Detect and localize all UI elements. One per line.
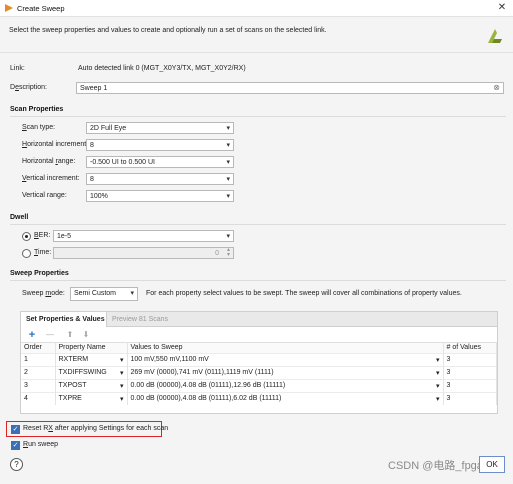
column-header[interactable]: Property Name xyxy=(55,343,128,353)
ber-label: BER: xyxy=(34,232,51,239)
help-icon[interactable]: ? xyxy=(10,458,23,471)
chevron-down-icon: ▾ xyxy=(226,193,230,200)
vertical-range-label: Vertical range: xyxy=(22,192,67,199)
table-row[interactable]: 4 TXPRE ▾ 0.00 dB (00000),4.08 dB (01111)… xyxy=(21,391,497,405)
remove-icon[interactable]: — xyxy=(43,328,57,342)
watermark: CSDN @电路_fpga xyxy=(388,460,483,472)
app-logo-icon xyxy=(5,4,13,12)
chevron-down-icon: ▾ xyxy=(226,125,230,132)
scan-type-select[interactable]: 2D Full Eye ▾ xyxy=(86,122,234,134)
table-row[interactable]: 1 RXTERM ▾ 100 mV,550 mV,1100 mV ▾ 3 xyxy=(21,352,497,366)
description-input[interactable]: Sweep 1 ⊗ xyxy=(76,82,504,94)
move-up-icon[interactable]: ⬆ xyxy=(63,328,77,342)
chevron-down-icon: ▾ xyxy=(435,382,440,390)
ok-button[interactable]: OK xyxy=(479,456,505,473)
count-cell: 3 xyxy=(443,378,497,392)
count-cell: 3 xyxy=(443,352,497,366)
order-cell: 3 xyxy=(21,378,56,392)
column-header[interactable]: Order xyxy=(21,343,56,353)
run-sweep-label: Run sweep xyxy=(23,441,59,448)
column-header[interactable]: # of Values xyxy=(443,343,497,353)
values-cell[interactable]: 0.00 dB (00000),4.08 dB (01111),6.02 dB … xyxy=(127,391,444,405)
dialog-header: Select the sweep properties and values t… xyxy=(0,17,513,53)
property-name-cell[interactable]: TXPRE ▾ xyxy=(55,391,128,405)
scan-properties-title: Scan Properties xyxy=(10,106,64,113)
chevron-down-icon: ▾ xyxy=(119,395,124,403)
chevron-down-icon: ▾ xyxy=(119,382,124,390)
reset-rx-label: Reset RX after applying Settings for eac… xyxy=(23,425,169,432)
chevron-down-icon: ▾ xyxy=(435,356,440,364)
scan-type-label: Scan type: xyxy=(22,124,56,131)
vertical-range-select[interactable]: 100% ▾ xyxy=(86,190,234,202)
order-cell: 1 xyxy=(21,352,56,366)
tab-set-properties[interactable]: Set Properties & Values xyxy=(21,312,107,327)
chevron-down-icon: ▾ xyxy=(130,290,134,297)
chevron-down-icon: ▾ xyxy=(119,356,124,364)
values-cell[interactable]: 0.00 dB (00000),4.08 dB (01111),12.96 dB… xyxy=(127,378,444,392)
ber-select[interactable]: 1e-5 ▾ xyxy=(53,230,234,242)
property-name-cell[interactable]: TXPOST ▾ xyxy=(55,378,128,392)
reset-rx-checkbox[interactable]: ✓ xyxy=(11,425,20,434)
sweep-mode-label: Sweep mode: xyxy=(22,290,65,297)
window-title: Create Sweep xyxy=(17,4,65,13)
time-radio[interactable] xyxy=(22,249,31,258)
order-cell: 4 xyxy=(21,391,56,405)
link-label: Link: xyxy=(10,65,25,72)
table-row[interactable]: 3 TXPOST ▾ 0.00 dB (00000),4.08 dB (01111… xyxy=(21,378,497,392)
sweep-properties-title: Sweep Properties xyxy=(10,270,69,277)
horizontal-range-label: Horizontal range: xyxy=(22,158,76,165)
link-value: Auto detected link 0 (MGT_X0Y3/TX, MGT_X… xyxy=(78,65,246,72)
order-cell: 2 xyxy=(21,365,56,379)
table-toolbar: + — ⬆ ⬇ xyxy=(21,327,497,343)
table-row[interactable]: 2 TXDIFFSWING ▾ 269 mV (0000),741 mV (011… xyxy=(21,365,497,379)
chevron-down-icon: ▾ xyxy=(226,142,230,149)
vertical-increment-select[interactable]: 8 ▾ xyxy=(86,173,234,185)
horizontal-range-select[interactable]: -0.500 UI to 0.500 UI ▾ xyxy=(86,156,234,168)
chevron-down-icon: ▾ xyxy=(226,159,230,166)
sweep-mode-hint: For each property select values to be sw… xyxy=(146,290,462,297)
description-label: Description: xyxy=(10,84,47,91)
time-spinner[interactable]: 0 ▴ ▾ xyxy=(53,247,234,259)
divider xyxy=(10,280,506,281)
tab-bar: Set Properties & Values Preview 81 Scans xyxy=(21,312,497,327)
count-cell: 3 xyxy=(443,391,497,405)
divider xyxy=(10,224,506,225)
sweep-table: Order Property Name Values to Sweep # of… xyxy=(21,343,497,405)
chevron-down-icon: ▾ xyxy=(435,369,440,377)
add-icon[interactable]: + xyxy=(25,328,39,342)
title-bar: Create Sweep ✕ xyxy=(0,0,513,17)
dialog-body xyxy=(0,53,513,484)
column-header[interactable]: Values to Sweep xyxy=(127,343,444,353)
clear-icon[interactable]: ⊗ xyxy=(493,83,500,92)
horizontal-increment-select[interactable]: 8 ▾ xyxy=(86,139,234,151)
dialog-description: Select the sweep properties and values t… xyxy=(9,27,327,34)
vertical-increment-label: Vertical increment: xyxy=(22,175,80,182)
run-sweep-checkbox[interactable]: ✓ xyxy=(11,441,20,450)
values-cell[interactable]: 100 mV,550 mV,1100 mV ▾ xyxy=(127,352,444,366)
chevron-down-icon: ▾ xyxy=(435,395,440,403)
tab-preview-scans[interactable]: Preview 81 Scans xyxy=(107,312,173,327)
chevron-down-icon: ▾ xyxy=(119,369,124,377)
property-name-cell[interactable]: RXTERM ▾ xyxy=(55,352,128,366)
move-down-icon[interactable]: ⬇ xyxy=(79,328,93,342)
count-cell: 3 xyxy=(443,365,497,379)
horizontal-increment-label: Horizontal increment: xyxy=(22,141,89,148)
chevron-down-icon: ▾ xyxy=(226,233,230,240)
description-value: Sweep 1 xyxy=(80,85,108,92)
divider xyxy=(10,116,506,117)
time-label: Time: xyxy=(34,249,52,256)
ber-radio[interactable] xyxy=(22,232,31,241)
sweep-table-panel: Set Properties & Values Preview 81 Scans… xyxy=(20,311,498,414)
table-header-row: Order Property Name Values to Sweep # of… xyxy=(21,343,497,353)
close-icon[interactable]: ✕ xyxy=(494,1,510,15)
dwell-title: Dwell xyxy=(10,214,29,221)
values-cell[interactable]: 269 mV (0000),741 mV (0111),1119 mV (111… xyxy=(127,365,444,379)
sweep-mode-select[interactable]: Semi Custom ▾ xyxy=(70,287,138,301)
property-name-cell[interactable]: TXDIFFSWING ▾ xyxy=(55,365,128,379)
xilinx-logo-icon xyxy=(488,29,502,43)
chevron-down-icon: ▾ xyxy=(226,176,230,183)
